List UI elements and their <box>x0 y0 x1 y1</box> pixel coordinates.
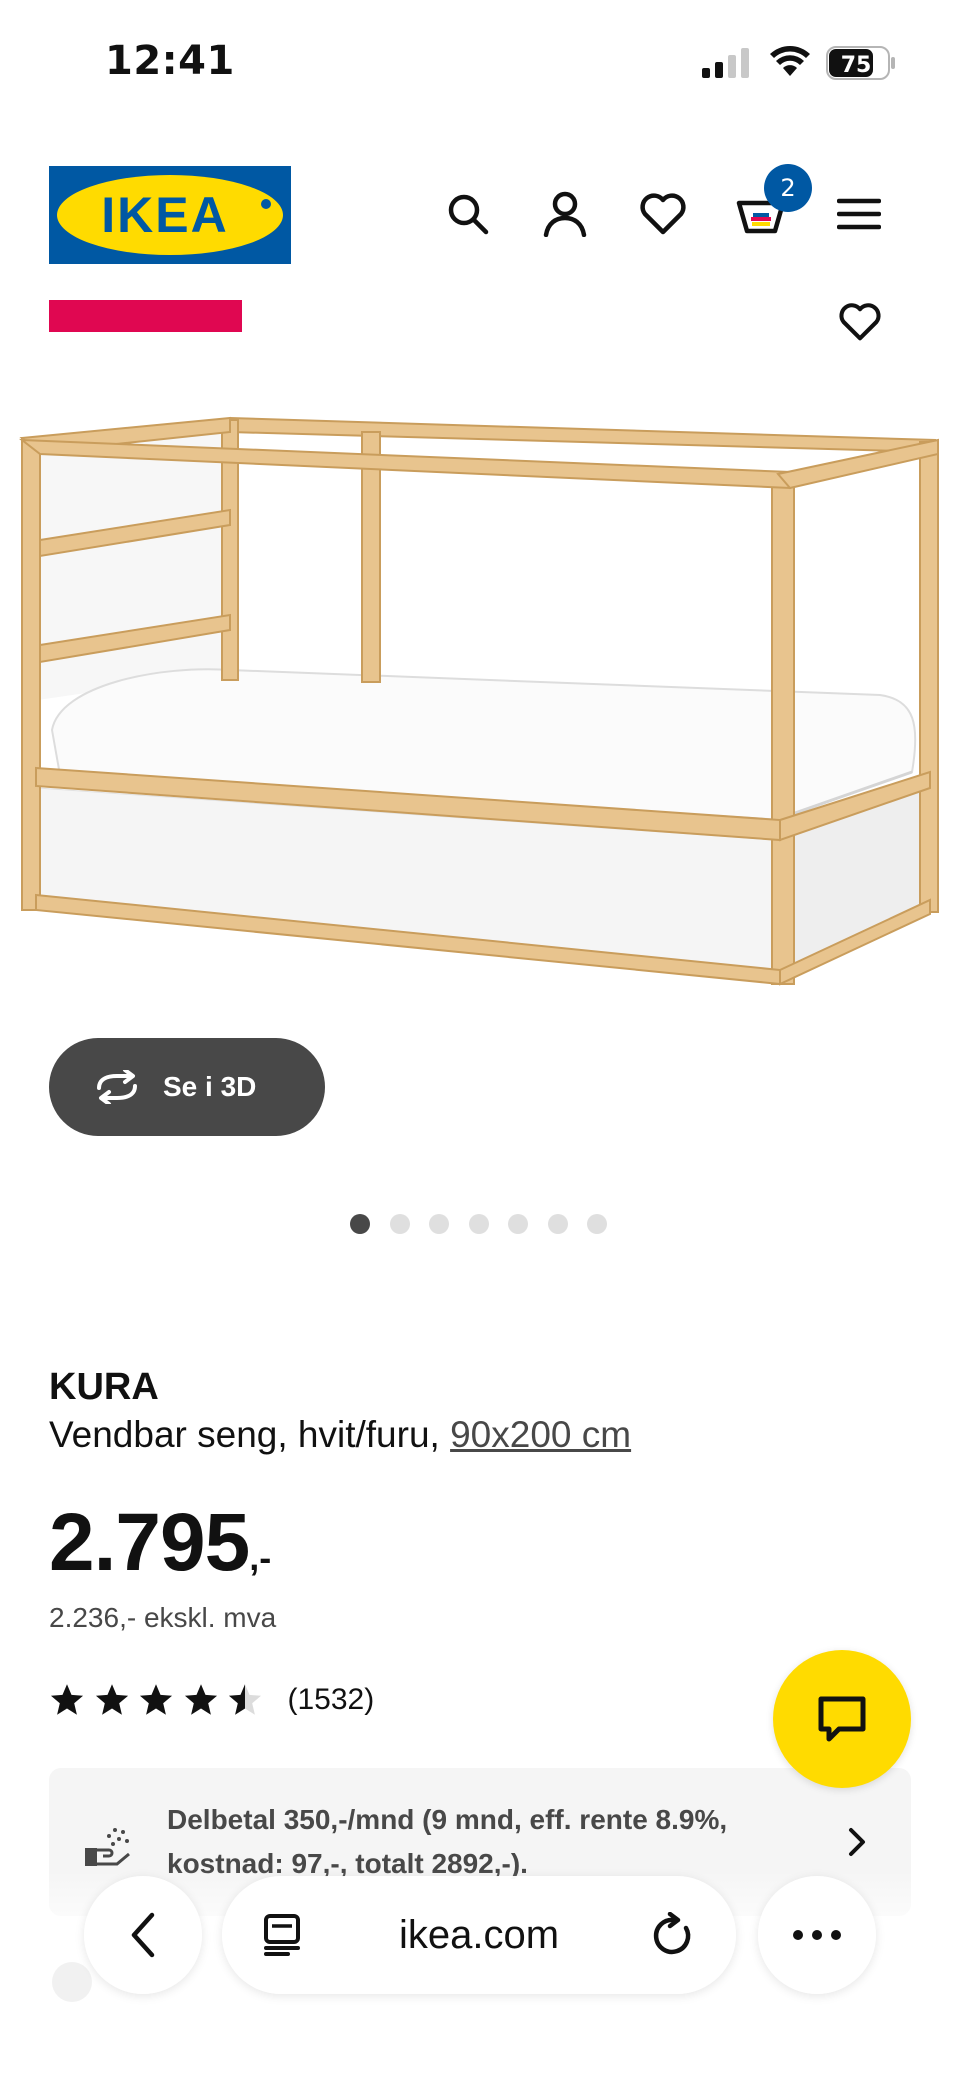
star-full-icon <box>139 1684 173 1715</box>
reader-mode-icon <box>264 1914 300 1956</box>
save-to-favourites-button[interactable] <box>832 294 888 350</box>
gallery-dot[interactable] <box>350 1214 370 1234</box>
chat-bubble-icon <box>818 1696 866 1742</box>
gallery-dot[interactable] <box>508 1214 528 1234</box>
gallery-dot[interactable] <box>468 1214 489 1234</box>
favourites-button[interactable] <box>633 184 693 244</box>
product-name: KURA <box>49 1366 159 1408</box>
product-size-link[interactable]: 90x200 cm <box>450 1414 631 1455</box>
menu-icon <box>837 198 881 230</box>
rating-count: (1532) <box>287 1683 375 1716</box>
menu-button[interactable] <box>829 184 889 244</box>
battery-icon: 75 <box>826 46 895 80</box>
gallery-dot[interactable] <box>587 1214 607 1234</box>
chat-button[interactable] <box>773 1650 911 1788</box>
cart-count-badge: 2 <box>764 164 812 212</box>
status-time: 12:41 <box>105 38 235 84</box>
heart-icon <box>640 193 686 235</box>
price-amount: 2.795 <box>49 1497 250 1588</box>
wifi-icon <box>770 46 810 76</box>
chevron-right-icon <box>849 1828 865 1856</box>
promo-tag <box>49 300 242 332</box>
view-in-3d-label: Se i 3D <box>163 1071 257 1102</box>
faded-content-icon <box>52 1962 92 2002</box>
payment-hand-icon <box>85 1828 130 1866</box>
more-dots-icon <box>793 1930 841 1940</box>
product-image-bed[interactable] <box>0 380 960 1020</box>
product-description: Vendbar seng, hvit/furu, 90x200 cm <box>49 1414 631 1456</box>
price-excluding-vat: 2.236,- ekskl. mva <box>49 1602 277 1633</box>
browser-more-button[interactable] <box>758 1876 876 1994</box>
view-in-3d-button[interactable]: Se i 3D <box>49 1038 325 1136</box>
ikea-logo[interactable]: IKEA <box>49 166 291 264</box>
reload-icon[interactable] <box>652 1912 696 1958</box>
status-bar: 12:41 75 <box>0 0 960 130</box>
cellular-signal-icon <box>702 48 749 78</box>
site-header: IKEA 2 <box>0 150 960 280</box>
browser-address-bar[interactable]: ikea.com <box>222 1876 736 1994</box>
browser-url: ikea.com <box>398 1912 560 1957</box>
gallery-dot[interactable] <box>429 1214 449 1234</box>
product-price: 2.795,- <box>49 1496 271 1590</box>
rotate-3d-icon <box>97 1070 137 1104</box>
star-full-icon <box>50 1684 84 1715</box>
gallery-pagination <box>350 1214 607 1234</box>
battery-level: 75 <box>841 53 872 78</box>
star-full-icon <box>184 1684 217 1715</box>
svg-text:IKEA: IKEA <box>101 187 228 243</box>
gallery-dot[interactable] <box>389 1214 410 1234</box>
browser-back-button[interactable] <box>84 1876 202 1994</box>
product-rating[interactable]: (1532) <box>49 1678 374 1722</box>
product-description-text: Vendbar seng, hvit/furu, <box>49 1414 440 1455</box>
heart-icon <box>839 303 881 341</box>
star-full-icon <box>95 1684 128 1715</box>
profile-button[interactable] <box>535 184 595 244</box>
star-half-icon <box>228 1684 262 1715</box>
search-button[interactable] <box>438 184 498 244</box>
price-suffix: ,- <box>249 1537 272 1578</box>
search-icon <box>448 194 489 235</box>
gallery-dot[interactable] <box>547 1214 568 1234</box>
chevron-left-icon <box>131 1912 155 1958</box>
profile-icon <box>543 191 587 237</box>
